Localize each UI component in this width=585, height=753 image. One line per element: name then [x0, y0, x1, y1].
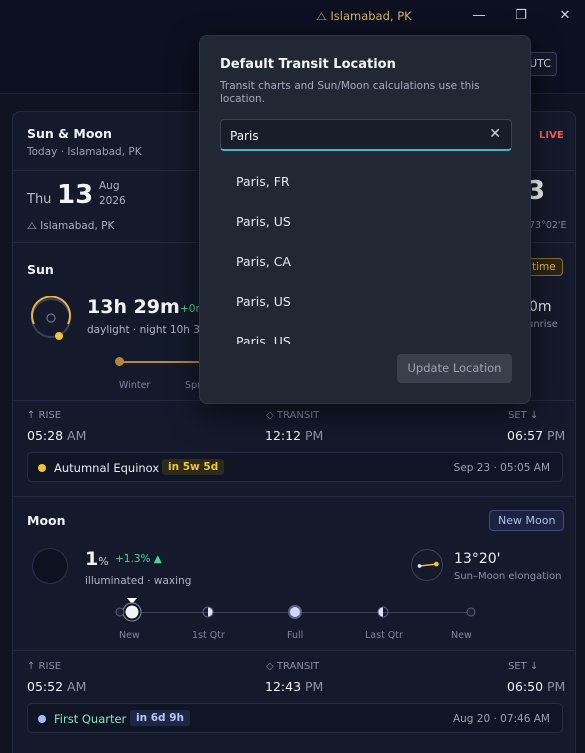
right-value-fragment: 0m: [529, 299, 552, 315]
phase-label: Full: [287, 630, 304, 641]
dialog-title: Default Transit Location: [220, 57, 396, 72]
sun-section-title: Sun: [27, 262, 54, 277]
title-bar: ⧍ Islamabad, PK — ❐ ✕: [0, 0, 585, 32]
date-year: 2026: [99, 195, 126, 207]
sun-next-event[interactable]: Autumnal Equinox in 5w 5d Sep 23 · 05:05…: [27, 452, 563, 482]
event-date: Aug 20 · 07:46 AM: [452, 713, 550, 725]
phase-label: New: [119, 630, 140, 641]
person-pin-icon: ⧍: [316, 9, 327, 23]
moon-set-time: 06:50 PM: [507, 679, 565, 694]
moon-section-title: Moon: [27, 513, 66, 528]
time-value: 05:28: [27, 428, 64, 443]
location-result[interactable]: Paris, US: [220, 204, 512, 240]
time-value: 06:50: [507, 679, 544, 694]
event-countdown: in 6d 9h: [130, 710, 190, 726]
sun-transit-label: ◇ TRANSIT: [266, 410, 320, 421]
illumination-unit: %: [98, 555, 109, 568]
sun-rise-time: 05:28 AM: [27, 428, 86, 443]
sun-set-time: 06:57 PM: [507, 428, 565, 443]
phase-label: New: [451, 630, 472, 641]
weekday: Thu: [27, 192, 52, 207]
daylight-summary: daylight · night 10h 30: [87, 324, 207, 336]
location-result[interactable]: Paris, FR: [220, 164, 512, 200]
location-search-input[interactable]: [230, 126, 470, 146]
moon-set-label: SET ↓: [508, 661, 539, 672]
phase-label: Last Qtr: [365, 630, 403, 641]
divider: [13, 650, 575, 651]
person-pin-icon: ⧍: [27, 220, 37, 232]
clear-icon[interactable]: ✕: [489, 126, 501, 142]
sun-set-label: SET ↓: [508, 410, 539, 421]
coordinate-fragment: 73°02'E: [529, 220, 567, 231]
moon-transit-time: 12:43 PM: [265, 679, 323, 694]
event-name: First Quarter: [54, 712, 127, 726]
illumination: 1%: [85, 548, 109, 570]
location-result[interactable]: Paris, US: [220, 284, 512, 320]
phase-markers: [115, 598, 476, 622]
location-indicator[interactable]: ⧍ Islamabad, PK: [316, 9, 412, 24]
update-location-button[interactable]: Update Location: [397, 354, 512, 383]
time-value: 12:43: [265, 679, 302, 694]
time-ampm: PM: [547, 428, 566, 443]
time-ampm: PM: [305, 679, 324, 694]
moon-rise-time: 05:52 AM: [27, 679, 86, 694]
event-name: Autumnal Equinox: [54, 461, 160, 475]
divider: [13, 496, 575, 497]
moon-next-event[interactable]: First Quarter in 6d 9h Aug 20 · 07:46 AM: [27, 703, 563, 733]
restore-icon[interactable]: ❐: [512, 7, 530, 25]
location-search-field[interactable]: ✕: [220, 119, 512, 151]
right-label-fragment: unrise: [527, 319, 558, 330]
season-label: Winter: [119, 380, 151, 391]
location-result[interactable]: Paris, US: [220, 324, 512, 344]
date-month: Aug: [99, 180, 120, 192]
sun-rise-label: ↑ RISE: [27, 410, 62, 421]
day-length: 13h 29m: [87, 296, 180, 318]
phase-label: 1st Qtr: [192, 630, 225, 641]
event-dot-icon: [38, 715, 46, 723]
elongation-value: 13°20': [454, 551, 501, 567]
illumination-delta: +1.3% ▲: [115, 553, 162, 565]
close-window-icon[interactable]: ✕: [556, 7, 574, 25]
time-ampm: PM: [547, 679, 566, 694]
time-ampm: PM: [305, 428, 324, 443]
date-number: 13: [57, 180, 94, 210]
time-value: 12:12: [265, 428, 302, 443]
sun-dial-icon: [31, 296, 71, 340]
location-label: Islamabad, PK: [330, 9, 412, 23]
time-ampm: AM: [67, 679, 87, 694]
dialog-description: Transit charts and Sun/Moon calculations…: [220, 80, 480, 105]
time-value: 05:52: [27, 679, 64, 694]
minimize-icon[interactable]: —: [470, 7, 488, 25]
live-badge: LIVE: [539, 130, 564, 141]
moon-phase-icon: [32, 548, 68, 584]
moon-rise-label: ↑ RISE: [27, 661, 62, 672]
card-title: Sun & Moon: [27, 126, 112, 141]
transit-location-dialog: Default Transit Location Transit charts …: [199, 35, 531, 404]
phase-description: illuminated · waxing: [85, 575, 192, 587]
event-date: Sep 23 · 05:05 AM: [453, 462, 550, 474]
date-place: ⧍ Islamabad, PK: [27, 220, 114, 233]
elongation-label: Sun–Moon elongation: [454, 571, 562, 582]
card-subtitle: Today · Islamabad, PK: [27, 146, 142, 158]
new-moon-button[interactable]: New Moon: [489, 510, 565, 531]
elongation-icon: [411, 549, 443, 581]
sun-transit-time: 12:12 PM: [265, 428, 323, 443]
event-countdown: in 5w 5d: [162, 459, 225, 475]
place-label: Islamabad, PK: [40, 220, 115, 232]
moon-transit-label: ◇ TRANSIT: [266, 661, 320, 672]
location-result[interactable]: Paris, CA: [220, 244, 512, 280]
illumination-value: 1: [85, 548, 99, 570]
time-value: 06:57: [507, 428, 544, 443]
time-ampm: AM: [67, 428, 87, 443]
location-results: Paris, FR Paris, US Paris, CA Paris, US …: [220, 164, 512, 344]
event-dot-icon: [38, 464, 46, 472]
